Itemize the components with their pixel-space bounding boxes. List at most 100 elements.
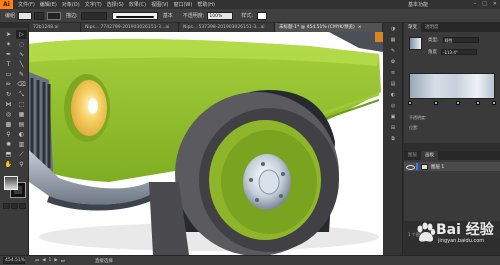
gradient-stop[interactable] — [456, 101, 460, 105]
tab-label: Nips... 537398-201903026151-3...ai — [183, 25, 265, 30]
menu-window[interactable]: 窗口(W) — [173, 1, 192, 8]
gradient-panel-icon[interactable]: ▤ — [386, 81, 400, 89]
pencil-tool-icon[interactable]: ✏ — [3, 80, 14, 89]
menu-effect[interactable]: 效果(C) — [129, 1, 146, 8]
tab-document-active[interactable]: 未标题-1* @ 454.51% (CMYK/预览) × — [275, 23, 383, 32]
gradient-swatch[interactable] — [409, 37, 422, 50]
brush-preview[interactable] — [111, 11, 158, 20]
windshield-edge — [329, 32, 383, 52]
minimize-icon[interactable]: – — [474, 1, 477, 7]
layer-name: 图层 1 — [431, 164, 445, 170]
appearance-panel-icon[interactable]: ◎ — [386, 103, 400, 111]
none-mode-button[interactable] — [19, 203, 26, 209]
gradient-tool-icon[interactable]: ▤ — [16, 120, 27, 129]
artboard-canvas[interactable] — [29, 32, 383, 255]
next-artboard-icon[interactable]: ▶ — [54, 258, 57, 264]
fill-swatch-button[interactable] — [18, 11, 33, 20]
brushes-panel-icon[interactable]: ✎ — [386, 48, 400, 56]
graphic-styles-panel-icon[interactable]: ▣ — [386, 114, 400, 122]
tab-transparency[interactable]: 透明度 — [421, 23, 443, 32]
rotate-tool-icon[interactable]: ↻ — [3, 90, 14, 99]
artboard-number[interactable]: 1 — [49, 258, 52, 264]
shape-builder-tool-icon[interactable]: ◎ — [3, 110, 14, 119]
maximize-icon[interactable]: □ — [482, 1, 487, 7]
gradient-mode-button[interactable] — [11, 203, 18, 209]
car-illustration[interactable] — [29, 32, 383, 255]
visibility-eye-icon[interactable] — [406, 164, 415, 170]
curvature-tool-icon[interactable]: ∿ — [16, 50, 27, 59]
pathfinder-panel-icon[interactable]: ⧉ — [386, 136, 400, 144]
window-controls: – □ ✕ — [474, 1, 497, 7]
gradient-type-select[interactable]: 线性 — [442, 37, 479, 43]
workspace-switcher[interactable]: 基本功能 — [408, 1, 428, 8]
first-artboard-icon[interactable]: ⏮ — [35, 258, 39, 264]
free-transform-tool-icon[interactable]: ⬚ — [16, 100, 27, 109]
stroke-panel-icon[interactable]: ≡ — [386, 70, 400, 78]
opacity-field[interactable]: 100% — [207, 11, 234, 20]
lasso-tool-icon[interactable]: ◌ — [16, 40, 27, 49]
align-panel-icon[interactable]: ⊞ — [386, 125, 400, 133]
zoom-tool-icon[interactable]: ⚲ — [16, 160, 27, 169]
menu-type[interactable]: 文字(T) — [85, 1, 102, 8]
gradient-panel: 渐变 透明度 类型: 线性 角度 -113.4° 不透明度: 位置: — [404, 23, 500, 143]
gradient-stop[interactable] — [434, 101, 438, 105]
fill-stroke-control[interactable] — [4, 176, 26, 198]
layer-row[interactable]: 图层 1 — [404, 162, 500, 171]
tab-document-1[interactable]: 72b1248.ai — [29, 23, 81, 32]
last-artboard-icon[interactable]: ⏭ — [61, 258, 65, 264]
menu-view[interactable]: 视图(V) — [151, 1, 168, 8]
eraser-tool-icon[interactable]: ⌫ — [16, 80, 27, 89]
type-tool-icon[interactable]: T — [3, 60, 14, 69]
menu-select[interactable]: 选择(S) — [107, 1, 124, 8]
hand-tool-icon[interactable]: ✋ — [3, 160, 14, 169]
blend-tool-icon[interactable]: ◐ — [16, 130, 27, 139]
menu-object[interactable]: 对象(O) — [62, 1, 80, 8]
line-tool-icon[interactable]: ╲ — [16, 60, 27, 69]
menu-bar: Ai 文件(F) 编辑(E) 对象(O) 文字(T) 选择(S) 效果(C) 视… — [0, 0, 500, 9]
gradient-stop[interactable] — [408, 101, 412, 105]
close-icon[interactable]: ✕ — [493, 1, 497, 7]
slice-tool-icon[interactable]: ⟋ — [16, 150, 27, 159]
prev-artboard-icon[interactable]: ◀ — [42, 258, 45, 264]
artboard-tool-icon[interactable]: ⬒ — [3, 150, 14, 159]
rectangle-tool-icon[interactable]: ▭ — [3, 70, 14, 79]
gradient-stop[interactable] — [492, 101, 496, 105]
pen-tool-icon[interactable]: ✒ — [3, 50, 14, 59]
magic-wand-tool-icon[interactable]: ✶ — [3, 40, 14, 49]
menu-help[interactable]: 帮助(H) — [197, 1, 215, 8]
color-mode-button[interactable] — [3, 203, 10, 209]
eyedropper-tool-icon[interactable]: ⚲ — [3, 130, 14, 139]
stroke-weight-field[interactable] — [80, 11, 107, 20]
menu-file[interactable]: 文件(F) — [18, 1, 35, 8]
tab-gradient[interactable]: 渐变 — [404, 23, 421, 32]
width-tool-icon[interactable]: ⋈ — [3, 100, 14, 109]
tab-layers[interactable]: 图层 — [404, 151, 421, 160]
selection-type-label: 编组 — [5, 13, 16, 19]
tab-artboards[interactable]: 画板 — [421, 151, 438, 160]
tab-document-3[interactable]: Nips... 537398-201903026151-3...ai — [179, 23, 275, 32]
gradient-angle-field[interactable]: -113.4° — [441, 49, 477, 55]
tab-document-2[interactable]: Nips... 7742799-201903026151-3...ai — [81, 23, 179, 32]
gradient-angle-label: 角度 — [428, 50, 437, 55]
graph-tool-icon[interactable]: ▥ — [16, 140, 27, 149]
mesh-tool-icon[interactable]: ▩ — [3, 120, 14, 129]
transparency-panel-icon[interactable]: ◐ — [386, 92, 400, 100]
direct-selection-tool-icon[interactable]: ▷ — [16, 30, 27, 39]
style-swatch[interactable] — [257, 11, 268, 20]
close-tab-icon[interactable]: × — [358, 25, 362, 30]
menu-edit[interactable]: 编辑(E) — [40, 1, 57, 8]
gradient-stop[interactable] — [476, 101, 480, 105]
stroke-swatch-button[interactable] — [47, 11, 62, 20]
perspective-grid-tool-icon[interactable]: ▦ — [16, 110, 27, 119]
selection-tool-icon[interactable]: ➤ — [3, 30, 14, 39]
scale-tool-icon[interactable]: ⤡ — [16, 90, 27, 99]
color-panel-icon[interactable]: ◑ — [386, 26, 400, 34]
symbols-panel-icon[interactable]: ✿ — [386, 59, 400, 67]
paintbrush-tool-icon[interactable]: ✎ — [16, 70, 27, 79]
fill-color-box[interactable] — [4, 176, 18, 190]
fill-dropdown[interactable] — [34, 11, 45, 20]
swatches-panel-icon[interactable]: ▦ — [386, 37, 400, 45]
symbol-sprayer-tool-icon[interactable]: ✺ — [3, 140, 14, 149]
gradient-slider[interactable] — [409, 73, 495, 99]
zoom-field[interactable]: 454.51% — [3, 257, 25, 264]
